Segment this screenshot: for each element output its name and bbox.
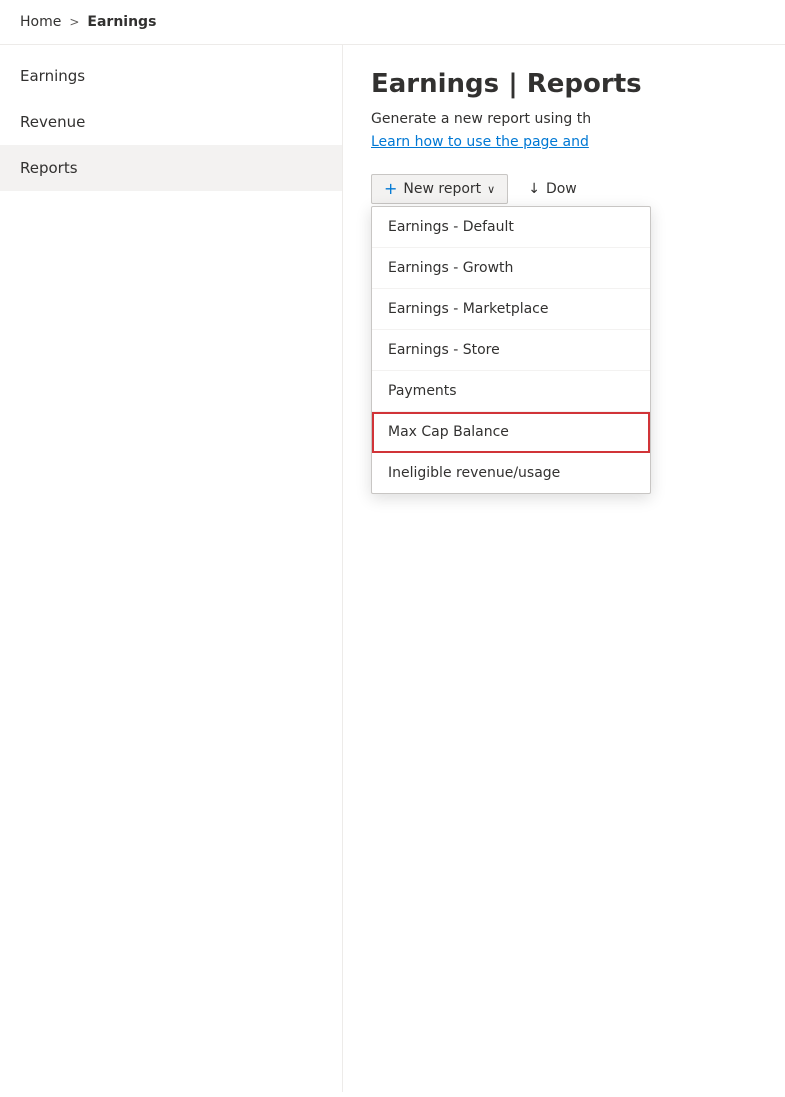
sidebar-item-label: Revenue: [20, 113, 85, 131]
dropdown-item-earnings-growth[interactable]: Earnings - Growth: [372, 248, 650, 289]
dropdown-item-earnings-default[interactable]: Earnings - Default: [372, 207, 650, 248]
main-content: Earnings | Reports Generate a new report…: [343, 45, 785, 1092]
dropdown-item-ineligible-revenue[interactable]: Ineligible revenue/usage: [372, 453, 650, 493]
sidebar-item-earnings[interactable]: Earnings: [0, 53, 342, 99]
toolbar: + New report ∨ ↓ Dow Earnings - DefaultE…: [371, 174, 757, 204]
download-label: Dow: [546, 181, 577, 197]
sidebar-item-label: Earnings: [20, 67, 85, 85]
download-icon: ↓: [528, 181, 540, 197]
page-description: Generate a new report using th: [371, 109, 757, 130]
chevron-down-icon: ∨: [487, 183, 495, 196]
new-report-label: New report: [403, 181, 481, 197]
breadcrumb-separator: >: [69, 15, 79, 29]
download-button[interactable]: ↓ Dow: [516, 175, 589, 203]
sidebar-item-label: Reports: [20, 159, 78, 177]
new-report-dropdown: Earnings - DefaultEarnings - GrowthEarni…: [371, 206, 651, 494]
dropdown-item-max-cap-balance[interactable]: Max Cap Balance: [372, 412, 650, 453]
breadcrumb: Home > Earnings: [0, 0, 785, 45]
sidebar: Earnings Revenue Reports: [0, 45, 343, 1092]
breadcrumb-home[interactable]: Home: [20, 14, 61, 30]
dropdown-item-earnings-marketplace[interactable]: Earnings - Marketplace: [372, 289, 650, 330]
new-report-button[interactable]: + New report ∨: [371, 174, 508, 204]
sidebar-item-reports[interactable]: Reports: [0, 145, 342, 191]
plus-icon: +: [384, 181, 397, 197]
dropdown-item-payments[interactable]: Payments: [372, 371, 650, 412]
breadcrumb-current: Earnings: [87, 14, 156, 30]
dropdown-item-earnings-store[interactable]: Earnings - Store: [372, 330, 650, 371]
sidebar-item-revenue[interactable]: Revenue: [0, 99, 342, 145]
page-title: Earnings | Reports: [371, 69, 757, 99]
learn-more-link[interactable]: Learn how to use the page and: [371, 134, 757, 150]
page-layout: Earnings Revenue Reports Earnings | Repo…: [0, 45, 785, 1092]
